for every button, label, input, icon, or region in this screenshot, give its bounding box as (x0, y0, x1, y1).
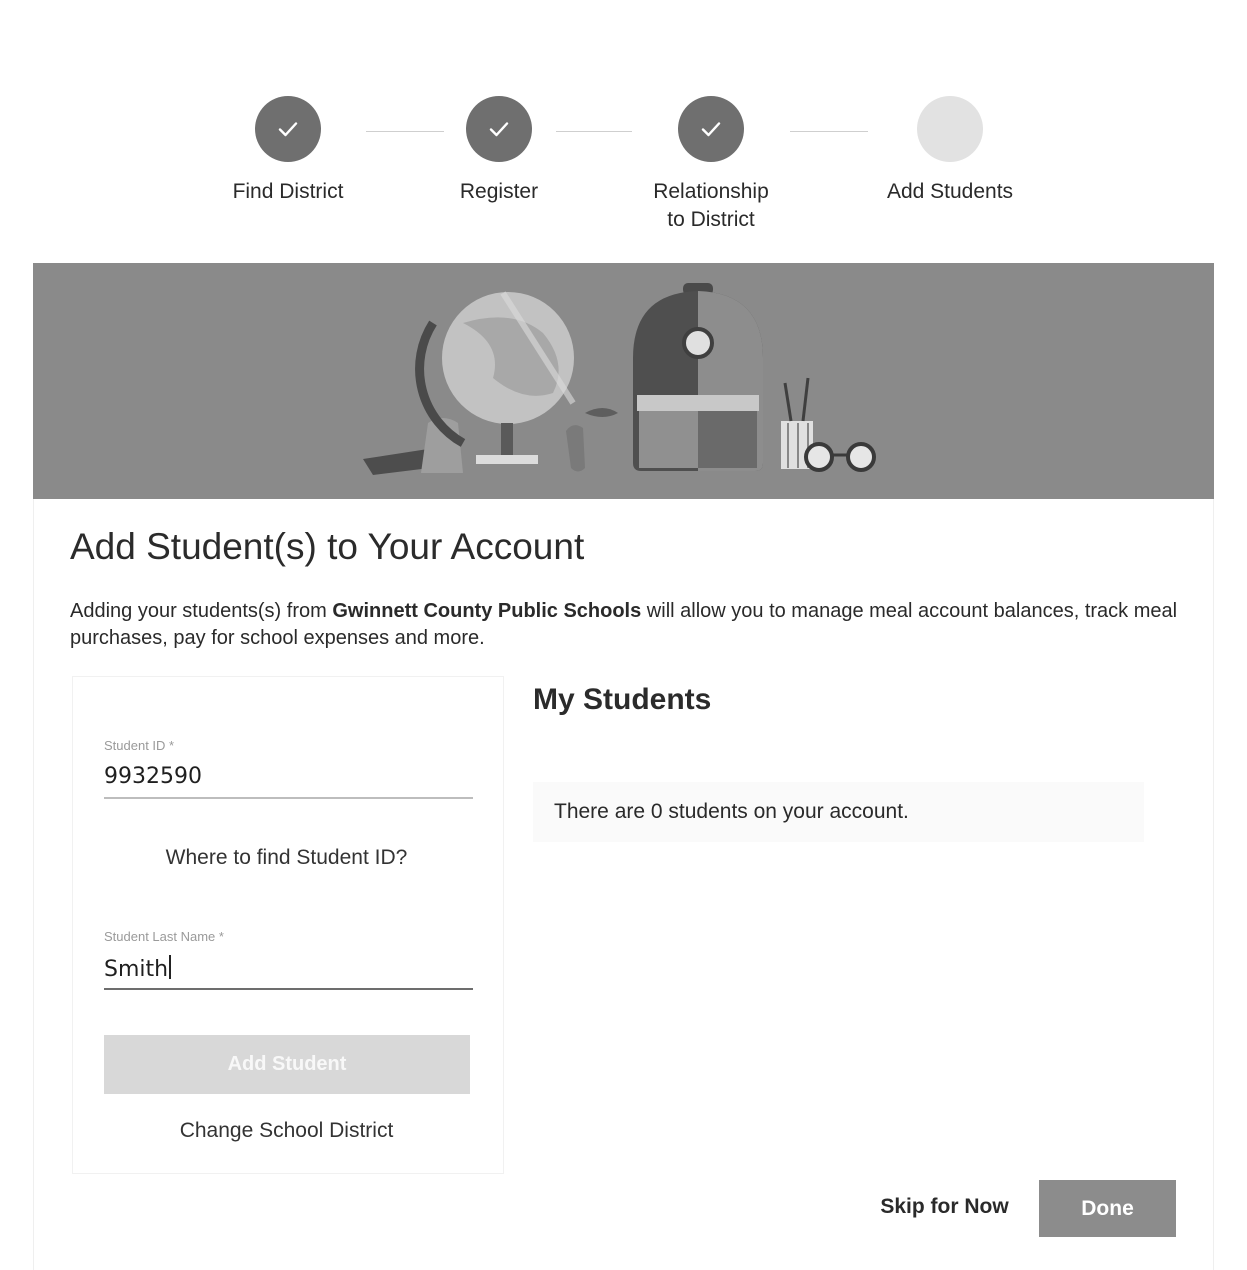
progress-stepper: Find District Register Relationship to D… (0, 0, 1247, 260)
student-last-name-label: Student Last Name * (104, 929, 224, 944)
school-supplies-banner (33, 263, 1214, 499)
my-students-title: My Students (533, 683, 712, 716)
step-label-relationship-line2: to District (667, 208, 755, 231)
student-id-input[interactable]: 9932590 (104, 764, 202, 789)
backpack-icon (633, 283, 763, 471)
students-empty-message: There are 0 students on your account. (554, 800, 909, 823)
step-label-find-district: Find District (232, 180, 344, 203)
change-school-district-link[interactable]: Change School District (104, 1119, 469, 1143)
page-title: Add Student(s) to Your Account (70, 526, 585, 567)
where-to-find-student-id-link[interactable]: Where to find Student ID? (104, 846, 469, 870)
content-right-border (1213, 499, 1214, 1270)
student-id-label: Student ID * (104, 738, 175, 753)
add-student-button[interactable]: Add Student (104, 1035, 470, 1094)
school-supplies-illustration (363, 283, 876, 475)
district-name: Gwinnett County Public Schools (332, 600, 642, 622)
student-last-name-input[interactable]: Smith (104, 955, 172, 982)
students-empty-state: There are 0 students on your account. (533, 782, 1144, 842)
student-last-name-underline (104, 988, 473, 990)
step-relationship-circle (678, 96, 744, 162)
step-add-students-circle (917, 96, 983, 162)
text-caret (169, 955, 172, 979)
apple-icon (566, 408, 618, 472)
done-button[interactable]: Done (1039, 1180, 1176, 1237)
intro-text: Adding your students(s) from Gwinnett Co… (70, 598, 1190, 652)
checkmark-icon (278, 122, 298, 137)
step-connector (366, 131, 444, 132)
content-left-border (33, 499, 34, 1270)
step-connector (790, 131, 868, 132)
step-label-relationship-line1: Relationship (653, 180, 769, 203)
step-label-register: Register (459, 180, 539, 203)
checkmark-icon (701, 122, 721, 137)
student-id-underline (104, 797, 473, 799)
step-label-add-students: Add Students (886, 180, 1014, 203)
step-register-circle (466, 96, 532, 162)
intro-prefix: Adding your students(s) from (70, 600, 333, 622)
glasses-icon (804, 442, 876, 472)
checkmark-icon (489, 122, 509, 137)
student-last-name-value: Smith (104, 957, 169, 982)
step-label-relationship: Relationship to District (601, 178, 821, 234)
step-connector (556, 131, 632, 132)
skip-for-now-button[interactable]: Skip for Now (862, 1184, 1027, 1230)
step-find-district-circle (255, 96, 321, 162)
